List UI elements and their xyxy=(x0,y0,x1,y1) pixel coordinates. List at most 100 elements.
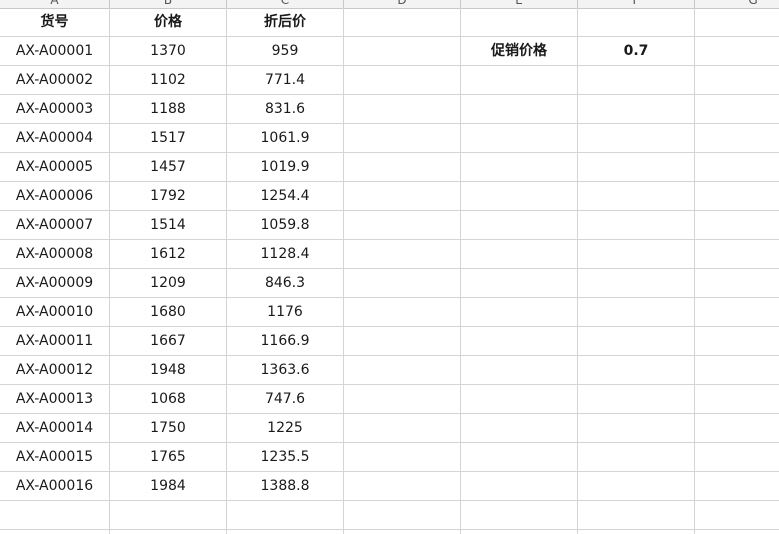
header-cell-d[interactable] xyxy=(344,8,461,37)
discounted-price-cell[interactable]: 747.6 xyxy=(227,385,344,414)
cell[interactable] xyxy=(344,124,461,153)
price-cell[interactable]: 1370 xyxy=(110,37,227,66)
sku-cell[interactable]: AX-A00013 xyxy=(0,385,110,414)
cell[interactable] xyxy=(344,385,461,414)
sku-cell[interactable]: AX-A00015 xyxy=(0,443,110,472)
price-cell[interactable]: 1209 xyxy=(110,269,227,298)
cell[interactable] xyxy=(344,298,461,327)
sku-cell[interactable]: AX-A00002 xyxy=(0,66,110,95)
promo-value-cell[interactable]: 0.7 xyxy=(578,37,695,66)
cell[interactable] xyxy=(578,356,695,385)
cell[interactable] xyxy=(695,443,779,472)
price-cell[interactable] xyxy=(110,530,227,534)
discounted-price-cell[interactable]: 959 xyxy=(227,37,344,66)
discounted-price-cell[interactable]: 1388.8 xyxy=(227,472,344,501)
cell[interactable] xyxy=(695,240,779,269)
sku-cell[interactable]: AX-A00011 xyxy=(0,327,110,356)
promo-label-cell[interactable]: 促销价格 xyxy=(461,37,578,66)
discounted-price-cell[interactable]: 1176 xyxy=(227,298,344,327)
sku-cell[interactable]: AX-A00007 xyxy=(0,211,110,240)
sku-cell[interactable] xyxy=(0,501,110,530)
header-cell-e[interactable] xyxy=(461,8,578,37)
cell[interactable] xyxy=(578,385,695,414)
price-cell[interactable]: 1517 xyxy=(110,124,227,153)
cell[interactable] xyxy=(344,327,461,356)
cell[interactable] xyxy=(695,37,779,66)
cell[interactable] xyxy=(461,95,578,124)
discounted-price-cell[interactable]: 1235.5 xyxy=(227,443,344,472)
cell[interactable] xyxy=(695,414,779,443)
column-header-g[interactable]: G xyxy=(695,0,779,8)
cell[interactable] xyxy=(461,385,578,414)
cell[interactable] xyxy=(578,327,695,356)
price-cell[interactable]: 1514 xyxy=(110,211,227,240)
cell[interactable] xyxy=(695,356,779,385)
cell[interactable] xyxy=(695,501,779,530)
header-cell-f[interactable] xyxy=(578,8,695,37)
cell[interactable] xyxy=(344,37,461,66)
cell[interactable] xyxy=(344,182,461,211)
cell[interactable] xyxy=(461,211,578,240)
cell[interactable] xyxy=(461,182,578,211)
cell[interactable] xyxy=(578,240,695,269)
cell[interactable] xyxy=(695,385,779,414)
cell[interactable] xyxy=(578,443,695,472)
cell[interactable] xyxy=(578,211,695,240)
cell[interactable] xyxy=(461,414,578,443)
cell[interactable] xyxy=(344,356,461,385)
column-header-a[interactable]: A xyxy=(0,0,110,8)
column-header-c[interactable]: C xyxy=(227,0,344,8)
discounted-price-cell[interactable]: 1128.4 xyxy=(227,240,344,269)
cell[interactable] xyxy=(578,530,695,534)
cell[interactable] xyxy=(578,95,695,124)
column-header-e[interactable]: E xyxy=(461,0,578,8)
discounted-price-cell[interactable]: 1061.9 xyxy=(227,124,344,153)
sku-cell[interactable]: AX-A00001 xyxy=(0,37,110,66)
sku-cell[interactable]: AX-A00006 xyxy=(0,182,110,211)
discounted-price-cell[interactable]: 1059.8 xyxy=(227,211,344,240)
cell[interactable] xyxy=(344,269,461,298)
header-cell-g[interactable] xyxy=(695,8,779,37)
cell[interactable] xyxy=(461,240,578,269)
price-cell[interactable]: 1792 xyxy=(110,182,227,211)
discounted-price-cell[interactable]: 846.3 xyxy=(227,269,344,298)
cell[interactable] xyxy=(344,240,461,269)
cell[interactable] xyxy=(461,298,578,327)
cell[interactable] xyxy=(695,327,779,356)
price-cell[interactable]: 1984 xyxy=(110,472,227,501)
cell[interactable] xyxy=(695,182,779,211)
discounted-price-cell[interactable]: 1166.9 xyxy=(227,327,344,356)
column-header-d[interactable]: D xyxy=(344,0,461,8)
price-cell[interactable]: 1948 xyxy=(110,356,227,385)
cell[interactable] xyxy=(344,530,461,534)
discounted-price-cell[interactable] xyxy=(227,530,344,534)
cell[interactable] xyxy=(578,501,695,530)
cell[interactable] xyxy=(461,443,578,472)
cell[interactable] xyxy=(578,414,695,443)
sku-cell[interactable]: AX-A00010 xyxy=(0,298,110,327)
sku-cell[interactable]: AX-A00014 xyxy=(0,414,110,443)
cell[interactable] xyxy=(461,472,578,501)
cell[interactable] xyxy=(344,472,461,501)
cell[interactable] xyxy=(695,269,779,298)
cell[interactable] xyxy=(344,153,461,182)
cell[interactable] xyxy=(695,95,779,124)
cell[interactable] xyxy=(578,269,695,298)
cell[interactable] xyxy=(461,356,578,385)
discounted-price-cell[interactable] xyxy=(227,501,344,530)
cell[interactable] xyxy=(578,66,695,95)
cell[interactable] xyxy=(461,124,578,153)
discounted-price-cell[interactable]: 1363.6 xyxy=(227,356,344,385)
sku-cell[interactable]: AX-A00012 xyxy=(0,356,110,385)
cell[interactable] xyxy=(461,501,578,530)
header-cell-discounted[interactable]: 折后价 xyxy=(227,8,344,37)
cell[interactable] xyxy=(344,501,461,530)
cell[interactable] xyxy=(344,443,461,472)
sku-cell[interactable]: AX-A00005 xyxy=(0,153,110,182)
cell[interactable] xyxy=(461,269,578,298)
cell[interactable] xyxy=(461,327,578,356)
price-cell[interactable]: 1612 xyxy=(110,240,227,269)
cell[interactable] xyxy=(695,298,779,327)
sku-cell[interactable]: AX-A00016 xyxy=(0,472,110,501)
price-cell[interactable]: 1457 xyxy=(110,153,227,182)
